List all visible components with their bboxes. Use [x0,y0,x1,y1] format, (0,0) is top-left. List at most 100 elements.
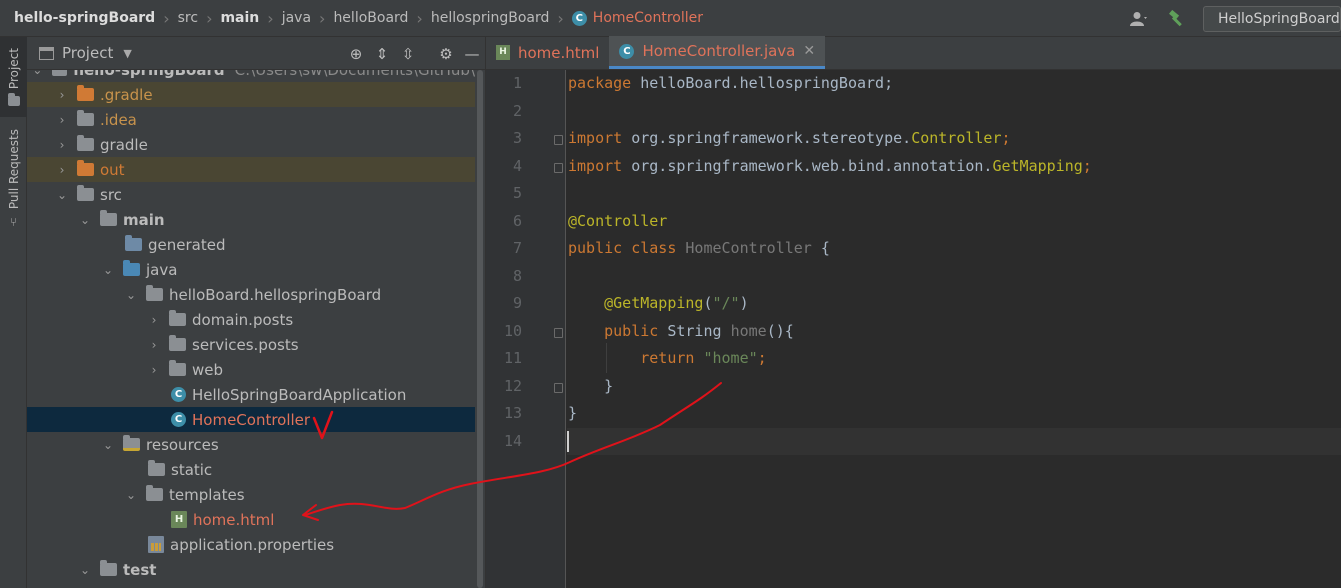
tool-tab-pull-requests[interactable]: Pull Requests ⑂ [0,129,27,239]
breadcrumb-src[interactable]: src [178,10,198,26]
chevron-down-icon[interactable]: ⌄ [101,263,115,277]
tree-row[interactable]: ⌄ java [27,257,475,282]
tree-row[interactable]: › out [27,157,475,182]
chevron-down-icon[interactable]: ⌄ [78,563,92,577]
tree-row[interactable]: static [27,457,475,482]
tree-row[interactable]: H home.html [27,507,475,532]
breadcrumb-hellospringboard[interactable]: hellospringBoard [431,10,550,26]
project-view-icon [39,46,54,60]
keyword: import [568,129,632,147]
user-icon[interactable] [1127,7,1151,31]
code-line-10: public String home(){ [568,318,794,346]
tree-item-label: web [192,360,224,379]
project-tree-scrollbar[interactable] [475,70,485,588]
code-line-1: package helloBoard.hellospringBoard; [568,70,893,98]
tree-row[interactable]: › .gradle [27,82,475,107]
line-number: 14 [503,432,522,450]
tree-row[interactable]: › gradle [27,132,475,157]
import-package: org.springframework.stereotype. [631,129,912,147]
string-literal: "home" [703,349,758,367]
chevron-down-icon[interactable]: ⌄ [101,438,115,452]
line-number: 6 [512,212,522,230]
tree-row-selected[interactable]: C HomeController [27,407,475,432]
chevron-down-icon[interactable]: ⌄ [124,288,138,302]
expand-all-icon[interactable]: ⇕ [369,45,395,63]
folder-icon [148,460,165,476]
tree-item-label: services.posts [192,335,299,354]
line-number: 11 [503,349,522,367]
fold-marker-icon[interactable] [554,163,563,173]
breadcrumb-main[interactable]: main [220,10,259,26]
toolbar-right: HelloSpringBoardApp [1127,0,1341,37]
tree-item-label: generated [148,235,226,254]
tree-row[interactable]: › services.posts [27,332,475,357]
project-tree: ⌄ hello-springBoard C:\Users\sw\Document… [27,70,475,588]
chevron-right-icon[interactable]: › [55,88,69,102]
breadcrumb-project[interactable]: hello-springBoard [14,10,155,26]
tree-row[interactable]: ⌄ src [27,182,475,207]
import-class: Controller [911,129,1002,147]
resources-folder-icon [123,435,140,451]
code-line-11: return "home"; [568,345,766,373]
tree-row[interactable]: ⌄ resources [27,432,475,457]
tree-row-root[interactable]: ⌄ hello-springBoard C:\Users\sw\Document… [27,70,475,82]
locate-file-icon[interactable]: ⊕ [343,45,369,63]
folder-icon [77,135,94,151]
chevron-right-icon[interactable]: › [147,313,161,327]
chevron-down-icon[interactable]: ⌄ [55,188,69,202]
chevron-right-icon[interactable]: › [55,163,69,177]
editor-tabs: H home.html C HomeController.java ✕ [486,36,1341,70]
tree-row[interactable]: › domain.posts [27,307,475,332]
chevron-right-icon: › [557,8,564,28]
tool-tab-project[interactable]: Project [0,37,27,117]
tree-row[interactable]: › web [27,357,475,382]
tree-item-label: static [171,460,213,479]
tree-row[interactable]: generated [27,232,475,257]
scrollbar-thumb[interactable] [477,70,483,588]
tree-row[interactable]: › .idea [27,107,475,132]
excluded-folder-icon [77,160,94,176]
brace: (){ [766,321,794,340]
tree-item-label: HelloSpringBoardApplication [192,385,407,404]
tree-row[interactable]: application.properties [27,532,475,557]
tree-row[interactable]: C HelloSpringBoardApplication [27,382,475,407]
fold-marker-icon[interactable] [554,328,563,338]
package-icon [169,310,186,326]
chevron-right-icon[interactable]: › [147,338,161,352]
run-configuration-select[interactable]: HelloSpringBoardApp [1203,5,1341,32]
chevron-right-icon[interactable]: › [55,138,69,152]
code-editor[interactable]: 1 2 3 4 5 6 7 8 9 10 11 12 13 14 package… [486,70,1341,588]
hammer-icon[interactable] [1165,7,1189,31]
tree-item-label: HomeController [192,410,311,429]
source-folder-icon [123,260,140,276]
breadcrumb-java[interactable]: java [282,10,311,26]
tree-item-label: domain.posts [192,310,294,329]
chevron-right-icon: › [416,8,423,28]
tree-row[interactable]: ⌄ helloBoard.hellospringBoard [27,282,475,307]
chevron-right-icon[interactable]: › [147,363,161,377]
tree-row[interactable]: ⌄ main [27,207,475,232]
tab-home-html[interactable]: H home.html [486,36,609,69]
chevron-down-icon[interactable]: ⌄ [124,488,138,502]
code-line-3: import org.springframework.stereotype.Co… [568,125,1011,153]
tab-homecontroller-java[interactable]: C HomeController.java ✕ [609,36,826,69]
pull-request-icon: ⑂ [9,215,18,230]
tree-row[interactable]: ⌄ templates [27,482,475,507]
fold-marker-icon[interactable] [554,383,563,393]
string-literal: "/" [712,294,740,312]
chevron-down-icon[interactable]: ⌄ [78,213,92,227]
fold-marker-icon[interactable] [554,135,563,145]
tree-item-label: resources [146,435,219,454]
gear-icon[interactable]: ⚙ [433,45,459,63]
chevron-down-icon[interactable]: ▼ [123,47,131,60]
minimize-icon[interactable]: — [459,45,485,63]
chevron-right-icon[interactable]: › [55,113,69,127]
collapse-all-icon[interactable]: ⇳ [395,45,421,63]
tree-row[interactable]: ⌄ test [27,557,475,582]
breadcrumb-helloboard[interactable]: helloBoard [333,10,408,26]
chevron-down-icon[interactable]: ⌄ [31,70,44,77]
breadcrumb-homecontroller[interactable]: HomeController [593,10,703,26]
brace: { [811,239,830,257]
project-panel-title[interactable]: Project [62,44,113,62]
close-icon[interactable]: ✕ [803,43,815,59]
